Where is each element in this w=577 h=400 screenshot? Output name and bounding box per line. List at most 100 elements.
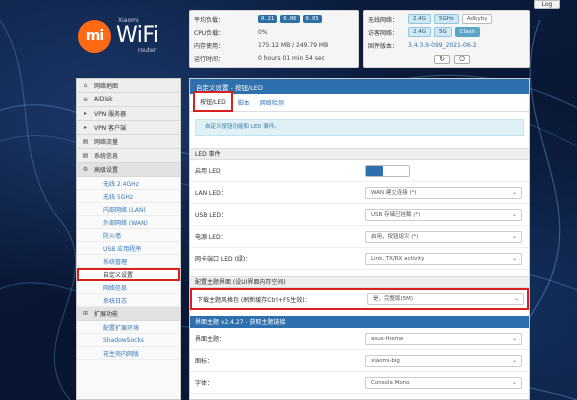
chevron-down-icon: ⌄ — [511, 334, 517, 342]
sidebar-item-vpn-client[interactable]: ▸ VPN 客户端 — [77, 121, 180, 135]
uptime-value: 0 hours 01 min 54 sec — [258, 54, 325, 62]
power-led-row: 电源 LED： 启用，按钮熄灭 (*) ⌄ — [190, 226, 529, 248]
section-theme-version[interactable]: 界面主题 v2.4.27 - 获取主题链接 — [190, 316, 529, 328]
traffic-icon: ▤ — [82, 138, 89, 145]
wireless-label: 无线网络： — [368, 16, 399, 24]
main-panel: 自定义设置 - 按钮/LED 按钮/LED 脚本 网络检测 自定义按钮功能和 L… — [189, 78, 530, 400]
icon-theme-row: 图标： xiaomi-big ⌄ — [190, 350, 529, 372]
sidebar-sub-ext-env[interactable]: 配置扩展环境 — [77, 321, 180, 334]
select-value: xiaomi-big — [371, 357, 400, 364]
sidebar-item-label: 网络地图 — [94, 83, 119, 90]
lan-led-select[interactable]: WAN 建立连接 (*) ⌄ — [365, 186, 522, 199]
sidebar-sub-wifi-5g[interactable]: 无线 5GHz — [77, 190, 180, 203]
port-led-select[interactable]: Link, TX/RX activity ⌄ — [365, 252, 522, 265]
firmware-label: 固件版本： — [368, 42, 399, 50]
info-alert: 自定义按钮功能和 LED 事件。 — [195, 119, 524, 136]
sidebar-sub-usb-apps[interactable]: USB 应用程序 — [77, 242, 180, 255]
power-led-label: 电源 LED： — [195, 234, 227, 241]
sidebar-sub-firewall[interactable]: 防火墙 — [77, 229, 180, 242]
system-actions: ↻ ⏻ — [434, 54, 474, 64]
chevron-down-icon: ⌄ — [511, 356, 517, 364]
tab-button-led[interactable]: 按钮/LED — [193, 91, 233, 112]
select-value: asus-theme — [371, 335, 404, 342]
cpu-load-row: CPU负载： 0% — [194, 27, 268, 37]
xiaomi-wifi-logo: mi Xiaomi WiFi router — [78, 17, 178, 57]
firmware-version-link[interactable]: 3.4.3.9-099_2021-06-2 — [408, 42, 477, 49]
sidebar-item-label: 网络流量 — [94, 139, 119, 146]
cpu-load-label: CPU负载： — [194, 29, 225, 37]
ui-theme-label: 界面主题： — [195, 336, 226, 343]
power-icon[interactable]: ⏻ — [454, 54, 470, 64]
visitor-24g-tag[interactable]: 2.4G — [408, 27, 432, 37]
wireless-5g-tag[interactable]: 5GHz — [434, 14, 459, 24]
clash-tag[interactable]: Clash — [454, 27, 480, 37]
section-theme-config: 配置主题界面 (设UI界面内存空间) — [190, 276, 529, 288]
font-select[interactable]: Consola Mono ⌄ — [365, 376, 522, 389]
sidebar-sub-wan[interactable]: 外部网络 (WAN) — [77, 216, 180, 229]
uptime-label: 运行时间： — [194, 55, 225, 63]
usb-led-select[interactable]: USB 存储已挂载 (*) ⌄ — [365, 208, 522, 221]
adbyby-tag[interactable]: Adbyby — [461, 14, 493, 24]
usb-led-label: USB LED： — [195, 212, 227, 219]
system-status-panel: 平均负载： 0.21 0.06 0.05 CPU负载： 0% 内存使用： 175… — [189, 10, 359, 68]
theme-download-select[interactable]: 是，完整版(5M) ⌄ — [367, 293, 524, 305]
theme-download-row: 下载主题风格包 (刷新缓存Ctrl+F5生效)： 是，完整版(5M) ⌄ — [190, 288, 529, 310]
sidebar-sub-administration[interactable]: 系统管理 — [77, 255, 180, 268]
select-value: 启用，按钮熄灭 (*) — [371, 233, 419, 240]
list-icon: ≡ — [82, 96, 89, 103]
toggle-knob — [366, 165, 383, 176]
tab-network-check[interactable]: 网络检测 — [255, 94, 289, 111]
lan-led-label: LAN LED： — [195, 190, 227, 197]
home-icon: ⌂ — [83, 82, 88, 89]
select-value: USB 存储已挂载 (*) — [371, 211, 421, 218]
wireless-24g-tag[interactable]: 2.4G — [408, 14, 432, 24]
port-led-row: 网卡端口 LED (绿)： Link, TX/RX activity ⌄ — [190, 248, 529, 270]
load-1min-badge: 0.21 — [258, 15, 278, 23]
tab-script[interactable]: 脚本 — [233, 94, 255, 111]
sidebar-item-extensions[interactable]: ⊞ 扩展功能 — [77, 307, 180, 321]
sidebar-item-system-log[interactable]: ▤ 系统信息 — [77, 149, 180, 163]
ui-theme-row: 界面主题： asus-theme ⌄ — [190, 328, 529, 350]
chevron-down-icon: ⌄ — [511, 254, 517, 262]
sidebar-sub-lan[interactable]: 内部网络 (LAN) — [77, 203, 180, 216]
port-led-label: 网卡端口 LED (绿)： — [195, 256, 252, 263]
theme-download-label: 下载主题风格包 (刷新缓存Ctrl+F5生效)： — [197, 296, 311, 304]
sidebar-sub-network-info[interactable]: 网络信息 — [77, 281, 180, 294]
sidebar-item-vpn-server[interactable]: ▸ VPN 服务器 — [77, 107, 180, 121]
visitor-5g-tag[interactable]: 5G — [434, 27, 452, 37]
memory-row: 内存使用： 175.12 MB / 249.79 MB — [194, 40, 328, 50]
icon-theme-label: 图标： — [195, 358, 214, 365]
refresh-icon[interactable]: ↻ — [434, 54, 450, 64]
sidebar-item-advanced[interactable]: ⚙ 高级设置 — [77, 163, 180, 177]
select-value: 是，完整版(5M) — [373, 296, 414, 302]
sidebar-sub-shadowsocks[interactable]: ShadowSocks — [77, 334, 180, 347]
sidebar-sub-customization[interactable]: 自定义设置 — [77, 268, 180, 281]
log-icon: ▤ — [82, 152, 89, 159]
sidebar-sub-wifi-24g[interactable]: 无线 2.4GHz — [77, 177, 180, 190]
icon-theme-select[interactable]: xiaomi-big ⌄ — [365, 354, 522, 367]
sidebar-sub-oray[interactable]: 花生壳内网版 — [77, 347, 180, 360]
login-button[interactable]: Log — [534, 0, 560, 9]
sidebar-item-label: VPN 服务器 — [94, 111, 127, 118]
chevron-down-icon: ⌄ — [513, 295, 519, 302]
page-title: 自定义设置 - 按钮/LED — [190, 79, 529, 94]
led-enable-label: 启用 LED — [195, 168, 221, 175]
visitor-row: 访客网络： 2.4G 5G Clash — [368, 27, 483, 37]
visitor-label: 访客网络： — [368, 29, 399, 37]
lan-led-row: LAN LED： WAN 建立连接 (*) ⌄ — [190, 182, 529, 204]
load-5min-badge: 0.06 — [280, 15, 300, 23]
select-value: Consola Mono — [371, 379, 410, 386]
sidebar-item-aidisk[interactable]: ≡ AiDisk — [77, 93, 180, 107]
chevron-down-icon: ⌄ — [511, 378, 517, 386]
cpu-load-value: 0% — [258, 28, 268, 36]
led-enable-toggle[interactable] — [365, 164, 410, 177]
sidebar-item-label: 系统信息 — [94, 153, 119, 160]
sidebar-item-network-map[interactable]: ⌂ 网络地图 — [77, 79, 180, 93]
section-led-events: LED 事件 — [190, 148, 529, 160]
memory-label: 内存使用： — [194, 42, 225, 50]
ui-theme-select[interactable]: asus-theme ⌄ — [365, 332, 522, 345]
power-led-select[interactable]: 启用，按钮熄灭 (*) ⌄ — [365, 230, 522, 243]
sidebar-sub-system-log[interactable]: 系统日志 — [77, 294, 180, 307]
sidebar-item-traffic[interactable]: ▤ 网络流量 — [77, 135, 180, 149]
extensions-icon: ⊞ — [82, 310, 89, 317]
